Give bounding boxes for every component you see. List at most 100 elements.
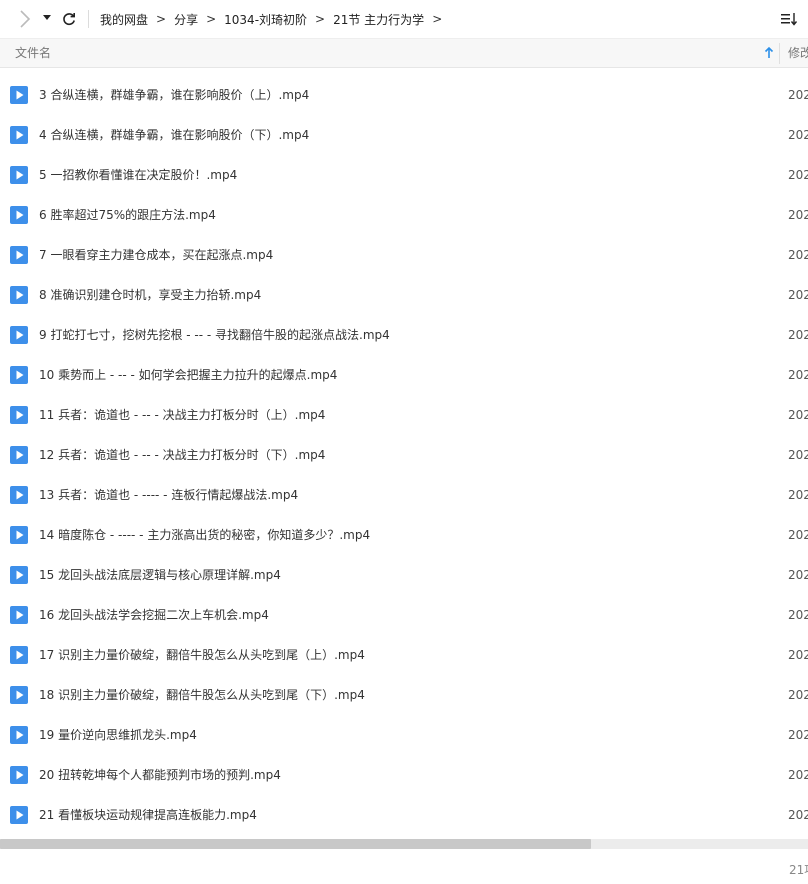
- video-file-icon: [10, 406, 28, 424]
- file-row[interactable]: 17 识别主力量价破绽，翻倍牛股怎么从头吃到尾（上）.mp4 202: [0, 635, 808, 675]
- file-modified-date: 202: [788, 808, 808, 822]
- sort-ascending-button[interactable]: [762, 45, 776, 61]
- file-modified-date: 202: [788, 608, 808, 622]
- file-modified-date: 202: [788, 248, 808, 262]
- video-file-icon: [10, 126, 28, 144]
- file-name: 10 乘势而上 - -- - 如何学会把握主力拉升的起爆点.mp4: [39, 368, 338, 382]
- breadcrumb-chevron-icon: >: [156, 12, 167, 26]
- video-file-icon: [10, 766, 28, 784]
- file-modified-date: 202: [788, 408, 808, 422]
- file-name: 8 准确识别建仓时机，享受主力抬轿.mp4: [39, 288, 262, 302]
- file-row[interactable]: 5 一招教你看懂谁在决定股价！.mp4 202: [0, 155, 808, 195]
- file-row[interactable]: 11 兵者：诡道也 - -- - 决战主力打板分时（上）.mp4 202: [0, 395, 808, 435]
- breadcrumb-chevron-icon[interactable]: >: [432, 12, 442, 26]
- sort-menu-button[interactable]: [778, 9, 800, 29]
- file-modified-date: 202: [788, 128, 808, 142]
- caret-down-icon: [43, 15, 51, 20]
- file-modified-date: 202: [788, 568, 808, 582]
- video-file-icon: [10, 446, 28, 464]
- file-row[interactable]: 13 兵者：诡道也 - ---- - 连板行情起爆战法.mp4 202: [0, 475, 808, 515]
- file-row[interactable]: 20 扭转乾坤每个人都能预判市场的预判.mp4 202: [0, 755, 808, 795]
- column-header: 文件名 修改: [0, 38, 808, 68]
- breadcrumb-chevron-icon: >: [206, 12, 217, 26]
- refresh-icon: [63, 13, 75, 26]
- video-file-icon: [10, 566, 28, 584]
- file-name: 7 一眼看穿主力建仓成本，买在起涨点.mp4: [39, 248, 274, 262]
- file-name: 18 识别主力量价破绽，翻倍牛股怎么从头吃到尾（下）.mp4: [39, 688, 365, 702]
- file-row[interactable]: 14 暗度陈仓 - ---- - 主力涨高出货的秘密，你知道多少？.mp4 202: [0, 515, 808, 555]
- video-file-icon: [10, 726, 28, 744]
- video-file-icon: [10, 366, 28, 384]
- chevron-right-icon: [20, 10, 31, 28]
- file-modified-date: 202: [788, 168, 808, 182]
- file-name: 16 龙回头战法学会挖掘二次上车机会.mp4: [39, 608, 269, 622]
- horizontal-scrollbar[interactable]: [0, 839, 808, 849]
- scrollbar-thumb[interactable]: [0, 839, 591, 849]
- column-divider[interactable]: [779, 43, 780, 64]
- file-modified-date: 202: [788, 208, 808, 222]
- file-row[interactable]: 10 乘势而上 - -- - 如何学会把握主力拉升的起爆点.mp4 202: [0, 355, 808, 395]
- file-name: 15 龙回头战法底层逻辑与核心原理详解.mp4: [39, 568, 281, 582]
- file-row[interactable]: 19 量价逆向思维抓龙头.mp4 202: [0, 715, 808, 755]
- column-filename[interactable]: 文件名: [15, 39, 51, 68]
- file-name: 13 兵者：诡道也 - ---- - 连板行情起爆战法.mp4: [39, 488, 299, 502]
- file-row[interactable]: 18 识别主力量价破绽，翻倍牛股怎么从头吃到尾（下）.mp4 202: [0, 675, 808, 715]
- refresh-button[interactable]: [59, 8, 79, 30]
- file-name: 17 识别主力量价破绽，翻倍牛股怎么从头吃到尾（上）.mp4: [39, 648, 365, 662]
- video-file-icon: [10, 806, 28, 824]
- file-row[interactable]: 7 一眼看穿主力建仓成本，买在起涨点.mp4 202: [0, 235, 808, 275]
- file-name: 19 量价逆向思维抓龙头.mp4: [39, 728, 197, 742]
- file-modified-date: 202: [788, 688, 808, 702]
- video-file-icon: [10, 646, 28, 664]
- file-name: 3 合纵连横，群雄争霸，谁在影响股价（上）.mp4: [39, 88, 310, 102]
- file-modified-date: 202: [788, 368, 808, 382]
- file-row[interactable]: 9 打蛇打七寸，挖树先挖根 - -- - 寻找翻倍牛股的起涨点战法.mp4 202: [0, 315, 808, 355]
- toolbar-divider: [88, 10, 89, 28]
- breadcrumb-item-my-drive[interactable]: 我的网盘: [100, 11, 148, 28]
- file-modified-date: 202: [788, 648, 808, 662]
- file-name: 21 看懂板块运动规律提高连板能力.mp4: [39, 808, 257, 822]
- file-name: 14 暗度陈仓 - ---- - 主力涨高出货的秘密，你知道多少？.mp4: [39, 528, 371, 542]
- video-file-icon: [10, 606, 28, 624]
- file-modified-date: 202: [788, 448, 808, 462]
- arrow-up-icon: [764, 46, 774, 58]
- video-file-icon: [10, 166, 28, 184]
- file-name: 20 扭转乾坤每个人都能预判市场的预判.mp4: [39, 768, 281, 782]
- file-row[interactable]: 4 合纵连横，群雄争霸，谁在影响股价（下）.mp4 202: [0, 115, 808, 155]
- breadcrumb-item-folder[interactable]: 1034-刘琦初阶: [224, 11, 307, 28]
- file-name: 6 胜率超过75%的跟庄方法.mp4: [39, 208, 216, 222]
- breadcrumb-item-current[interactable]: 21节 主力行为学: [333, 11, 424, 28]
- file-row[interactable]: 15 龙回头战法底层逻辑与核心原理详解.mp4 202: [0, 555, 808, 595]
- file-row[interactable]: 16 龙回头战法学会挖掘二次上车机会.mp4 202: [0, 595, 808, 635]
- file-modified-date: 202: [788, 88, 808, 102]
- file-row[interactable]: 6 胜率超过75%的跟庄方法.mp4 202: [0, 195, 808, 235]
- breadcrumb-item-share[interactable]: 分享: [174, 11, 198, 28]
- file-modified-date: 202: [788, 728, 808, 742]
- video-file-icon: [10, 486, 28, 504]
- video-file-icon: [10, 246, 28, 264]
- column-modified[interactable]: 修改: [788, 39, 808, 68]
- file-modified-date: 202: [788, 768, 808, 782]
- file-modified-date: 202: [788, 528, 808, 542]
- item-count: 21项: [789, 863, 808, 877]
- forward-button[interactable]: [14, 8, 36, 30]
- file-name: 4 合纵连横，群雄争霸，谁在影响股价（下）.mp4: [39, 128, 310, 142]
- file-name: 11 兵者：诡道也 - -- - 决战主力打板分时（上）.mp4: [39, 408, 326, 422]
- breadcrumb: 我的网盘 > 分享 > 1034-刘琦初阶 > 21节 主力行为学 >: [100, 0, 450, 38]
- video-file-icon: [10, 326, 28, 344]
- file-row[interactable]: 12 兵者：诡道也 - -- - 决战主力打板分时（下）.mp4 202: [0, 435, 808, 475]
- file-name: 12 兵者：诡道也 - -- - 决战主力打板分时（下）.mp4: [39, 448, 326, 462]
- file-row[interactable]: 3 合纵连横，群雄争霸，谁在影响股价（上）.mp4 202: [0, 75, 808, 115]
- top-toolbar: 我的网盘 > 分享 > 1034-刘琦初阶 > 21节 主力行为学 >: [0, 0, 808, 38]
- file-modified-date: 202: [788, 328, 808, 342]
- file-row[interactable]: 8 准确识别建仓时机，享受主力抬轿.mp4 202: [0, 275, 808, 315]
- breadcrumb-chevron-icon: >: [315, 12, 326, 26]
- file-name: 9 打蛇打七寸，挖树先挖根 - -- - 寻找翻倍牛股的起涨点战法.mp4: [39, 328, 390, 342]
- history-dropdown-button[interactable]: [40, 10, 54, 26]
- file-list: 3 合纵连横，群雄争霸，谁在影响股价（上）.mp4 202 4 合纵连横，群雄争霸，…: [0, 75, 808, 835]
- file-row[interactable]: 21 看懂板块运动规律提高连板能力.mp4 202: [0, 795, 808, 835]
- file-name: 5 一招教你看懂谁在决定股价！.mp4: [39, 168, 238, 182]
- video-file-icon: [10, 286, 28, 304]
- sort-list-icon: [781, 13, 798, 26]
- video-file-icon: [10, 526, 28, 544]
